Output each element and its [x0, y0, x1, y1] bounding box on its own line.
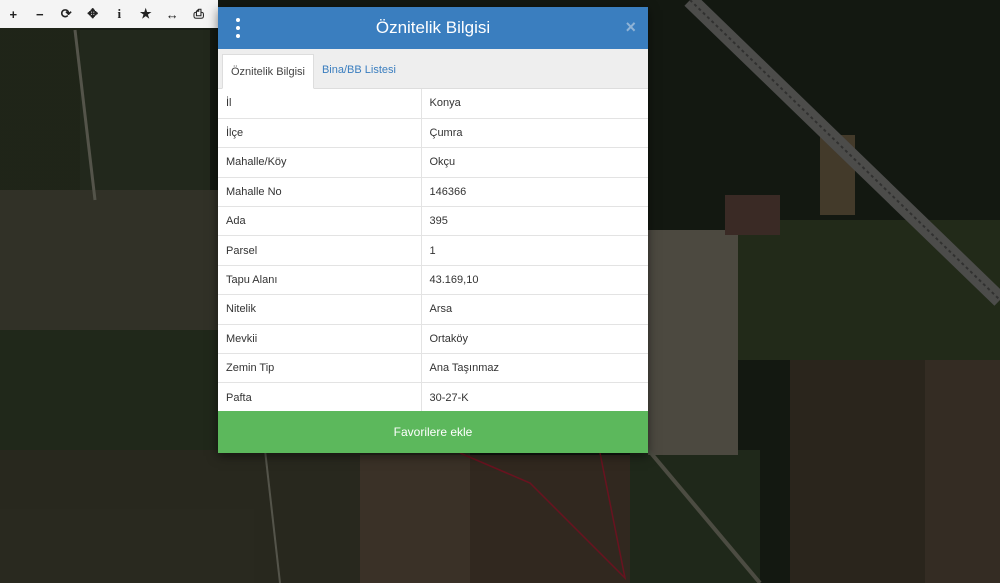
attribute-value: 43.169,10 — [421, 265, 648, 296]
close-icon[interactable]: × — [625, 17, 636, 38]
attribute-key: Pafta — [218, 382, 422, 413]
tab-attribute-info[interactable]: Öznitelik Bilgisi — [222, 54, 314, 89]
map-toolbar: + − ⟳ ✥ i ★ ↔ ⎙ — [0, 0, 218, 28]
attribute-value: Çumra — [421, 118, 648, 149]
modal-title: Öznitelik Bilgisi — [375, 18, 491, 37]
attribute-value: Ortaköy — [421, 324, 648, 355]
attribute-value: Arsa — [421, 294, 648, 325]
attribute-key: Mahalle No — [218, 177, 422, 208]
attribute-value: 1 — [421, 235, 648, 266]
attribute-value: Ana Taşınmaz — [421, 353, 648, 384]
table-row: Zemin Tip Ana Taşınmaz — [218, 353, 648, 384]
refresh-icon[interactable]: ⟳ — [53, 0, 80, 28]
locate-icon[interactable]: ✥ — [80, 0, 107, 28]
attribute-key: Nitelik — [218, 294, 422, 325]
table-row: Tapu Alanı 43.169,10 — [218, 265, 648, 296]
print-icon[interactable]: ⎙ — [186, 0, 213, 28]
table-row: İlçe Çumra — [218, 118, 648, 149]
attribute-value: 30-27-K — [421, 382, 648, 413]
attribute-key: Zemin Tip — [218, 353, 422, 384]
table-row: Nitelik Arsa — [218, 294, 648, 325]
attribute-key: Ada — [218, 206, 422, 237]
attribute-table: İl Konya İlçe Çumra Mahalle/Köy Okçu Mahalle N… — [218, 89, 648, 413]
measure-icon[interactable]: ↔ — [159, 0, 186, 28]
attribute-value: 146366 — [421, 177, 648, 208]
info-icon[interactable]: i — [106, 0, 133, 28]
table-row: İl Konya — [218, 89, 648, 119]
add-to-favorites-button[interactable]: Favorilere ekle — [218, 411, 648, 453]
attribute-value: Konya — [421, 89, 648, 119]
zoom-out-icon[interactable]: − — [27, 0, 54, 28]
table-row: Mevkii Ortaköy — [218, 324, 648, 355]
table-row: Ada 395 — [218, 206, 648, 237]
attribute-key: Mahalle/Köy — [218, 147, 422, 178]
vertical-dots-menu-icon[interactable] — [234, 18, 242, 38]
attribute-value: Okçu — [421, 147, 648, 178]
attribute-key: İlçe — [218, 118, 422, 149]
table-row: Parsel 1 — [218, 235, 648, 266]
attribute-key: Tapu Alanı — [218, 265, 422, 296]
attribute-key: Parsel — [218, 235, 422, 266]
star-icon[interactable]: ★ — [133, 0, 160, 28]
table-row: Mahalle No 146366 — [218, 177, 648, 208]
modal-header: Öznitelik Bilgisi × — [218, 7, 648, 49]
table-row: Pafta 30-27-K — [218, 382, 648, 413]
modal-tabs: Öznitelik Bilgisi Bina/BB Listesi — [218, 49, 648, 89]
attribute-info-modal: Öznitelik Bilgisi × Öznitelik Bilgisi Bi… — [218, 7, 648, 453]
attribute-key: İl — [218, 89, 422, 119]
zoom-in-icon[interactable]: + — [0, 0, 27, 28]
attribute-key: Mevkii — [218, 324, 422, 355]
attribute-value: 395 — [421, 206, 648, 237]
table-row: Mahalle/Köy Okçu — [218, 147, 648, 178]
tab-building-list[interactable]: Bina/BB Listesi — [314, 53, 404, 88]
